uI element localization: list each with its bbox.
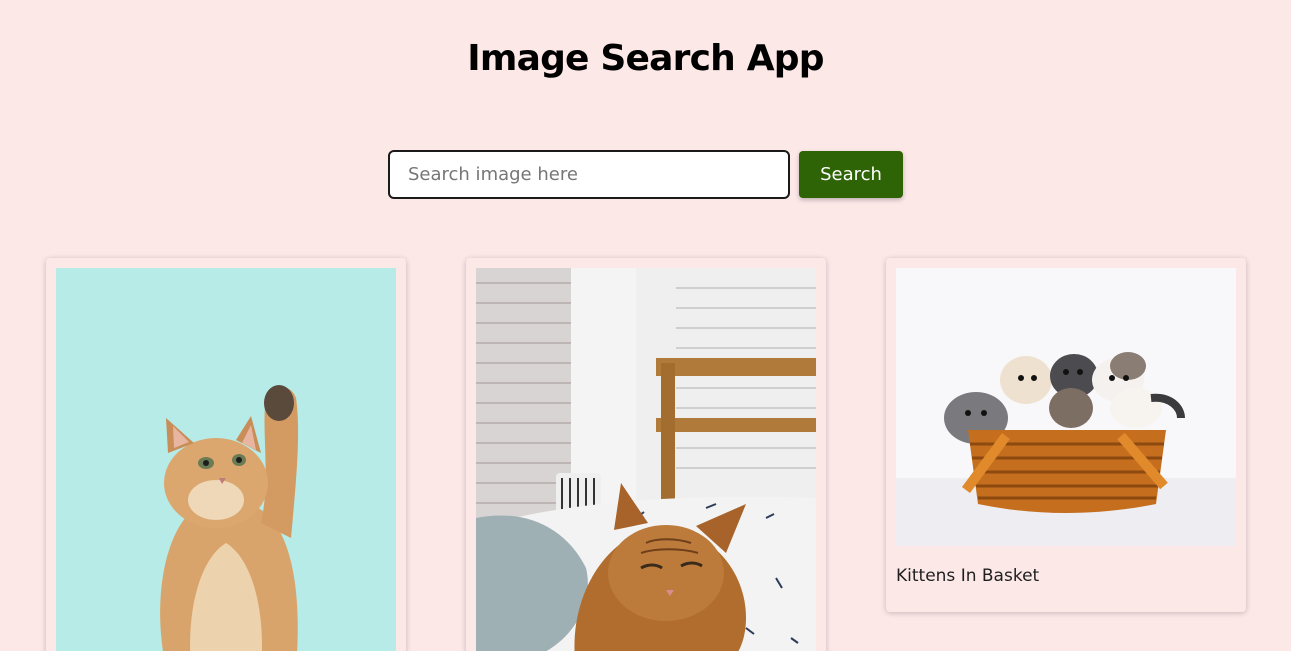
image-caption: Kittens In Basket (896, 566, 1040, 586)
result-card[interactable] (46, 258, 406, 651)
sleeping-cat-image[interactable] (476, 268, 816, 651)
kitten-reaching-image[interactable] (56, 268, 396, 651)
kittens-basket-image[interactable] (896, 268, 1236, 546)
result-card[interactable] (466, 258, 826, 651)
search-input[interactable] (388, 150, 790, 199)
image-search-page: Image Search App Search image here Searc… (0, 0, 1291, 651)
search-button[interactable]: Search (799, 151, 903, 198)
result-card[interactable]: Kittens In Basket (886, 258, 1246, 612)
page-title: Image Search App (467, 38, 824, 79)
